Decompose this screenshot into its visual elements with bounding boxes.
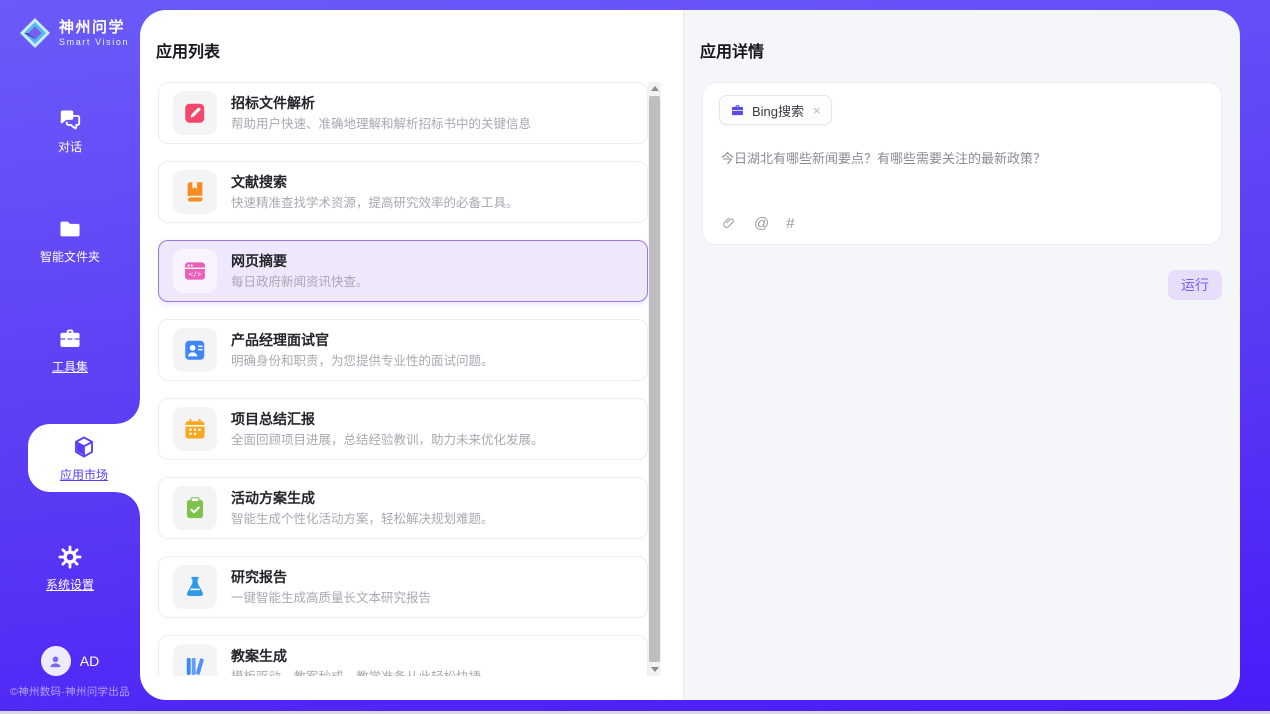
folder-icon [57, 216, 83, 242]
app-card-desc: 全面回顾项目进展，总结经验教训，助力未来优化发展。 [231, 431, 544, 449]
app-card-desc: 明确身份和职责，为您提供专业性的面试问题。 [231, 352, 494, 370]
scroll-up-icon[interactable] [648, 82, 661, 95]
briefcase-icon [730, 103, 745, 118]
sidebar-item-app-market[interactable]: 应用市场 [28, 424, 140, 492]
app-card-title: 招标文件解析 [231, 93, 531, 115]
paperclip-icon[interactable] [721, 215, 737, 231]
main-content: 应用列表 招标文件解析 帮助用户快速、准确地理解和解析招标书中的关键信息 文献搜… [140, 10, 1240, 700]
app-card-title: 研究报告 [231, 567, 431, 589]
prompt-input[interactable]: 今日湖北有哪些新闻要点？有哪些需要关注的最新政策？ [721, 149, 1203, 169]
app-card-title: 文献搜索 [231, 172, 519, 194]
app-card-title: 网页摘要 [231, 251, 369, 273]
user-name: AD [80, 653, 99, 669]
flask-icon [182, 574, 208, 600]
at-icon[interactable]: @ [754, 216, 769, 231]
app-card-8[interactable]: 教案生成 模板驱动，教案秒成，教学准备从此轻松快捷 [158, 635, 648, 676]
app-card-7[interactable]: 研究报告 一键智能生成高质量长文本研究报告 [158, 556, 648, 618]
user-row[interactable]: AD [0, 646, 140, 676]
app-card-6[interactable]: 活动方案生成 智能生成个性化活动方案，轻松解决规划难题。 [158, 477, 648, 539]
pen-square-icon [182, 100, 208, 126]
sidebar: 神州问学 Smart Vision 对话 智能文件夹 工具集 应用市场 系统设置… [0, 0, 140, 714]
app-card-desc: 一键智能生成高质量长文本研究报告 [231, 589, 431, 607]
close-icon[interactable]: × [813, 104, 821, 117]
brand-diamond-icon [18, 16, 52, 50]
clipboard-check-icon [182, 495, 208, 521]
brand-logo: 神州问学 Smart Vision [18, 16, 129, 50]
app-card-1[interactable]: 招标文件解析 帮助用户快速、准确地理解和解析招标书中的关键信息 [158, 82, 648, 144]
sidebar-item-settings[interactable]: 系统设置 [0, 534, 140, 602]
app-card-desc: 智能生成个性化活动方案，轻松解决规划难题。 [231, 510, 494, 528]
calendar-icon [182, 416, 208, 442]
gear-icon [57, 544, 83, 570]
svg-text:</>: </> [189, 270, 202, 279]
app-card-5[interactable]: 项目总结汇报 全面回顾项目进展，总结经验教训，助力未来优化发展。 [158, 398, 648, 460]
app-list-title: 应用列表 [156, 38, 220, 62]
cube-icon [71, 434, 97, 460]
app-card-title: 活动方案生成 [231, 488, 494, 510]
sidebar-item-smart-folder[interactable]: 智能文件夹 [0, 206, 140, 274]
app-card-2[interactable]: 文献搜索 快速精准查找学术资源，提高研究效率的必备工具。 [158, 161, 648, 223]
scroll-down-icon[interactable] [648, 663, 661, 676]
app-card-desc: 帮助用户快速、准确地理解和解析招标书中的关键信息 [231, 115, 531, 133]
app-card-title: 产品经理面试官 [231, 330, 494, 352]
browser-code-icon: </> [182, 258, 208, 284]
app-list-pane: 应用列表 招标文件解析 帮助用户快速、准确地理解和解析招标书中的关键信息 文献搜… [140, 10, 683, 700]
prompt-composer: Bing搜索 × 今日湖北有哪些新闻要点？有哪些需要关注的最新政策？ @ # [702, 82, 1222, 245]
app-card-4[interactable]: 产品经理面试官 明确身份和职责，为您提供专业性的面试问题。 [158, 319, 648, 381]
app-card-desc: 快速精准查找学术资源，提高研究效率的必备工具。 [231, 194, 519, 212]
hash-icon[interactable]: # [786, 216, 794, 231]
toolbox-icon [57, 326, 83, 352]
app-card-list: 招标文件解析 帮助用户快速、准确地理解和解析招标书中的关键信息 文献搜索 快速精… [158, 82, 648, 676]
app-card-desc: 模板驱动，教案秒成，教学准备从此轻松快捷 [231, 668, 481, 676]
tool-chip-bing-search[interactable]: Bing搜索 × [719, 95, 832, 125]
books-icon [182, 653, 208, 676]
chat-icon [57, 106, 83, 132]
brand-name: 神州问学 [59, 19, 129, 37]
tool-chip-label: Bing搜索 [752, 101, 804, 120]
sidebar-item-chat[interactable]: 对话 [0, 96, 140, 164]
sidebar-item-toolset[interactable]: 工具集 [0, 316, 140, 384]
app-detail-title: 应用详情 [700, 38, 764, 62]
scrollbar-thumb[interactable] [649, 96, 660, 662]
avatar [41, 646, 71, 676]
app-detail-pane: 应用详情 Bing搜索 × 今日湖北有哪些新闻要点？有哪些需要关注的最新政策？ [683, 10, 1240, 700]
composer-toolbar: @ # [721, 215, 795, 231]
person-card-icon [182, 337, 208, 363]
run-button[interactable]: 运行 [1168, 270, 1222, 300]
app-window: 神州问学 Smart Vision 对话 智能文件夹 工具集 应用市场 系统设置… [0, 0, 1270, 714]
sidebar-footer: ©神州数码·神州问学出品 [0, 684, 140, 699]
app-card-title: 教案生成 [231, 646, 481, 668]
brand-tagline: Smart Vision [59, 37, 129, 47]
app-card-title: 项目总结汇报 [231, 409, 544, 431]
scrollbar[interactable] [648, 82, 661, 676]
app-card-3[interactable]: </> 网页摘要 每日政府新闻资讯快查。 [158, 240, 648, 302]
app-card-desc: 每日政府新闻资讯快查。 [231, 273, 369, 291]
book-icon [182, 179, 208, 205]
